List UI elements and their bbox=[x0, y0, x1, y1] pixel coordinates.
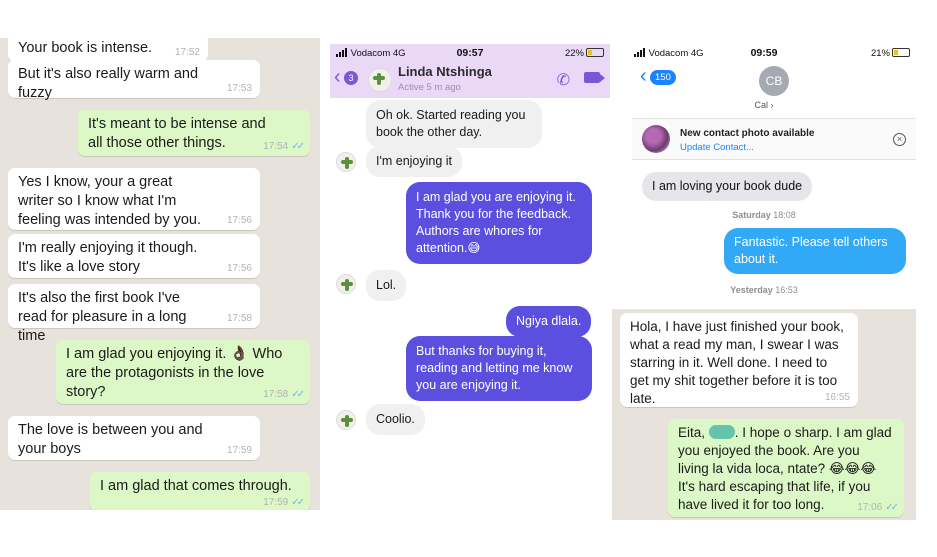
update-contact-link[interactable]: Update Contact... bbox=[680, 142, 754, 153]
whatsapp-chat-panel: Your book is intense. 17:52 But it's als… bbox=[0, 38, 320, 510]
read-receipt-icon: ✓✓ bbox=[291, 389, 305, 400]
chat-header: Vodacom 4G 09:57 22% ‹ 3 Linda Ntshinga … bbox=[330, 44, 610, 98]
message-bubble-incoming[interactable]: Oh ok. Started reading you book the othe… bbox=[366, 100, 542, 148]
message-time: 17:58 bbox=[226, 313, 252, 324]
timestamp-divider: Saturday 18:08 bbox=[732, 210, 796, 220]
message-text: I'm really enjoying it though. It's like… bbox=[18, 240, 198, 275]
contact-avatar[interactable] bbox=[368, 68, 392, 92]
message-time: 17:56 bbox=[226, 215, 252, 226]
active-status: Active 5 m ago bbox=[398, 82, 461, 93]
contact-avatar bbox=[336, 152, 356, 172]
contact-avatar[interactable]: CB bbox=[759, 66, 789, 96]
messenger-chat-panel: Vodacom 4G 09:57 22% ‹ 3 Linda Ntshinga … bbox=[330, 44, 610, 444]
message-bubble-incoming[interactable]: Yes I know, your a great writer so I kno… bbox=[8, 168, 260, 230]
contact-avatar bbox=[336, 274, 356, 294]
contact-avatar bbox=[336, 410, 356, 430]
message-bubble-incoming[interactable]: It's also the first book I've read for p… bbox=[8, 284, 260, 344]
message-bubble-outgoing[interactable]: I am glad you enjoying it. 👌🏿 Who are th… bbox=[56, 340, 310, 404]
whatsapp-tail-panel: Hola, I have just finished your book, wh… bbox=[612, 309, 916, 520]
banner-title: New contact photo available bbox=[680, 128, 815, 139]
contact-name[interactable]: Cal › bbox=[612, 100, 916, 110]
read-receipt-icon: ✓✓ bbox=[291, 497, 305, 508]
message-bubble-incoming[interactable]: Hola, I have just finished your book, wh… bbox=[620, 313, 858, 407]
back-chevron-icon[interactable]: ‹ bbox=[640, 66, 647, 86]
message-bubble-incoming[interactable]: Coolio. bbox=[366, 404, 425, 435]
message-time: 17:06 ✓✓ bbox=[857, 502, 899, 513]
read-receipt-icon: ✓✓ bbox=[291, 141, 305, 152]
close-icon[interactable]: × bbox=[893, 133, 906, 146]
message-bubble-outgoing[interactable]: I am glad you are enjoying it. Thank you… bbox=[406, 182, 592, 264]
phone-call-icon[interactable]: ✆ bbox=[557, 70, 570, 90]
battery-indicator: 22% bbox=[565, 48, 604, 59]
message-bubble-outgoing[interactable]: Ngiya dlala. bbox=[506, 306, 592, 337]
message-text: Eita, . I hope o sharp. I am glad you en… bbox=[678, 425, 892, 512]
contact-photo-thumbnail bbox=[642, 125, 670, 153]
message-bubble-incoming[interactable]: The love is between you and your boys 17… bbox=[8, 416, 260, 460]
message-time: 17:52 bbox=[174, 47, 200, 58]
timestamp-divider: Yesterday 16:53 bbox=[730, 285, 798, 295]
contact-photo-banner: New contact photo available Update Conta… bbox=[632, 118, 916, 160]
video-call-icon[interactable] bbox=[584, 72, 605, 83]
redacted-name bbox=[708, 425, 735, 439]
message-text: Hola, I have just finished your book, wh… bbox=[630, 319, 844, 406]
message-bubble-incoming[interactable]: I'm really enjoying it though. It's like… bbox=[8, 234, 260, 278]
message-bubble-incoming[interactable]: I am loving your book dude bbox=[642, 172, 813, 201]
message-text: Your book is intense. bbox=[18, 40, 153, 56]
battery-indicator: 21% bbox=[871, 48, 910, 59]
message-bubble-outgoing[interactable]: Eita, . I hope o sharp. I am glad you en… bbox=[668, 419, 904, 517]
read-receipt-icon: ✓✓ bbox=[885, 502, 899, 513]
message-time: 17:54 ✓✓ bbox=[263, 141, 305, 152]
unread-badge[interactable]: 3 bbox=[344, 71, 358, 85]
message-bubble-incoming[interactable]: I'm enjoying it bbox=[366, 146, 463, 177]
message-time: 16:55 bbox=[824, 392, 850, 403]
contact-name[interactable]: Linda Ntshinga bbox=[398, 64, 492, 79]
status-bar: Vodacom 4G 09:57 22% bbox=[330, 44, 610, 62]
message-text: It's meant to be intense and all those o… bbox=[88, 116, 266, 151]
message-bubble-incoming[interactable]: But it's also really warm and fuzzy 17:5… bbox=[8, 60, 260, 101]
message-bubble-outgoing[interactable]: I am glad that comes through. 17:59 ✓✓ bbox=[90, 472, 310, 510]
message-text: It's also the first book I've read for p… bbox=[18, 290, 187, 344]
message-time: 17:53 bbox=[226, 83, 252, 94]
message-bubble-outgoing[interactable]: It's meant to be intense and all those o… bbox=[78, 110, 310, 156]
battery-icon bbox=[892, 48, 910, 57]
battery-icon bbox=[586, 48, 604, 57]
status-bar: Vodacom 4G 09:59 21% bbox=[612, 44, 916, 62]
message-text: I am glad you enjoying it. 👌🏿 Who are th… bbox=[66, 346, 283, 400]
message-time: 17:59 bbox=[226, 445, 252, 456]
message-time: 17:58 ✓✓ bbox=[263, 389, 305, 400]
message-text: The love is between you and your boys bbox=[18, 422, 203, 457]
message-text: I am glad that comes through. bbox=[100, 478, 292, 494]
back-chevron-icon[interactable]: ‹ bbox=[334, 67, 341, 87]
message-bubble-outgoing[interactable]: But thanks for buying it, reading and le… bbox=[406, 336, 592, 401]
message-bubble-outgoing[interactable]: Fantastic. Please tell others about it. bbox=[724, 228, 906, 274]
message-text: Yes I know, your a great writer so I kno… bbox=[18, 174, 201, 228]
message-bubble-incoming[interactable]: Lol. bbox=[366, 270, 407, 301]
message-bubble-incoming[interactable]: Your book is intense. 17:52 bbox=[8, 38, 208, 62]
message-text: But it's also really warm and fuzzy bbox=[18, 66, 199, 101]
message-time: 17:59 ✓✓ bbox=[263, 497, 305, 508]
imessage-chat-panel: Vodacom 4G 09:59 21% ‹ 150 CB Cal › New … bbox=[612, 44, 916, 520]
message-time: 17:56 bbox=[226, 263, 252, 274]
unread-badge[interactable]: 150 bbox=[650, 70, 676, 85]
